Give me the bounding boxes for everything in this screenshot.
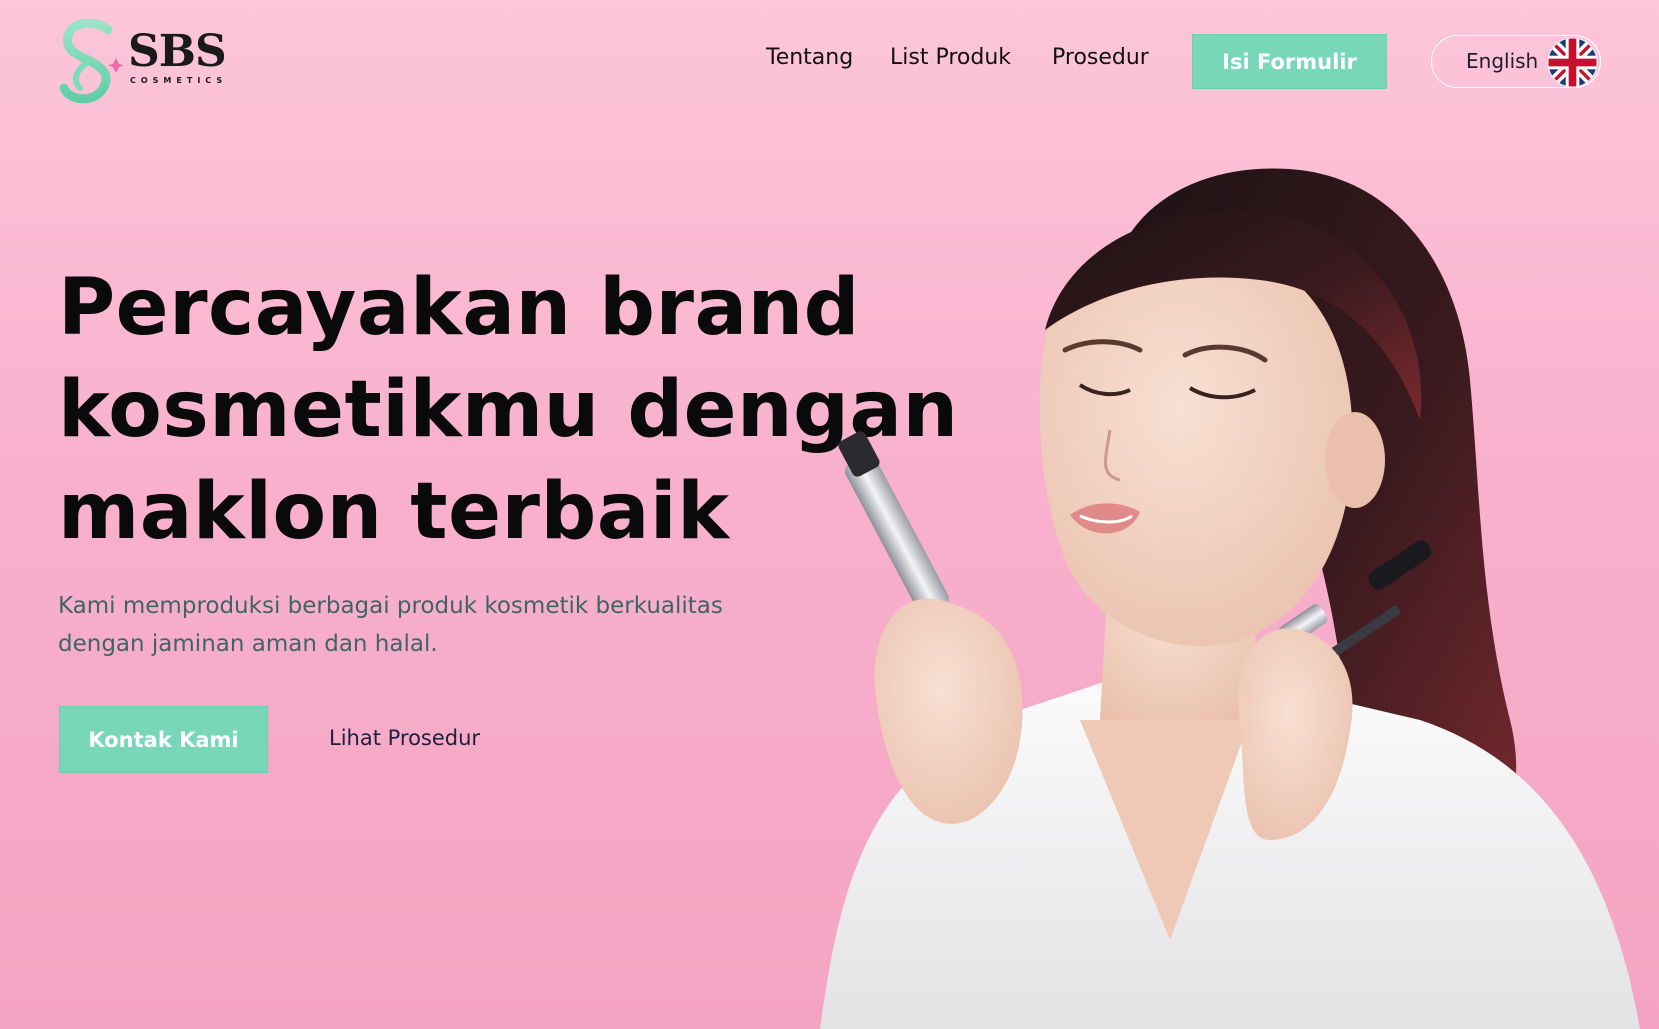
nav-item-label: List Produk — [890, 45, 1011, 70]
uk-flag-icon — [1547, 37, 1598, 88]
ear-shape — [1325, 412, 1385, 508]
brand-logo[interactable]: SBS COSMETICS — [58, 18, 228, 104]
contact-us-button[interactable]: Kontak Kami — [59, 706, 268, 773]
site-header: SBS COSMETICS Tentang List Produk Prosed… — [0, 0, 1659, 120]
language-switcher[interactable]: English — [1431, 35, 1601, 88]
hero-title-line: maklon terbaik — [58, 467, 730, 557]
nav-item-label: Prosedur — [1052, 45, 1149, 70]
nav-item-label: Tentang — [766, 45, 854, 70]
hero-model-photo — [820, 168, 1640, 1029]
left-hand-shape — [874, 598, 1023, 824]
language-label: English — [1466, 49, 1539, 73]
fill-form-button[interactable]: Isi Formulir — [1192, 34, 1387, 89]
brand-subtitle: COSMETICS — [130, 76, 228, 85]
nav-item-tentang[interactable]: Tentang — [766, 45, 853, 79]
nav-item-list-produk[interactable]: List Produk — [890, 45, 1011, 79]
landing-page: SBS COSMETICS Tentang List Produk Prosed… — [0, 0, 1659, 1029]
hero-subtitle: Kami memproduksi berbagai produk kosmeti… — [58, 587, 758, 663]
hero-title: Percayakan brand kosmetikmu dengan maklo… — [58, 257, 959, 563]
hero-title-line: Percayakan brand — [58, 263, 860, 353]
brand-logo-mark-icon — [59, 18, 124, 104]
hero-subtitle-line: Kami memproduksi berbagai produk kosmeti… — [58, 593, 723, 619]
brand-name: SBS — [128, 26, 227, 77]
mascara-tube-icon — [838, 431, 950, 616]
nav-item-prosedur[interactable]: Prosedur — [1052, 45, 1149, 79]
hero-subtitle-line: dengan jaminan aman dan halal. — [58, 631, 438, 657]
face-shape — [1039, 249, 1353, 647]
view-procedure-link[interactable]: Lihat Prosedur — [329, 726, 480, 750]
hero-title-line: kosmetikmu dengan — [58, 365, 959, 455]
